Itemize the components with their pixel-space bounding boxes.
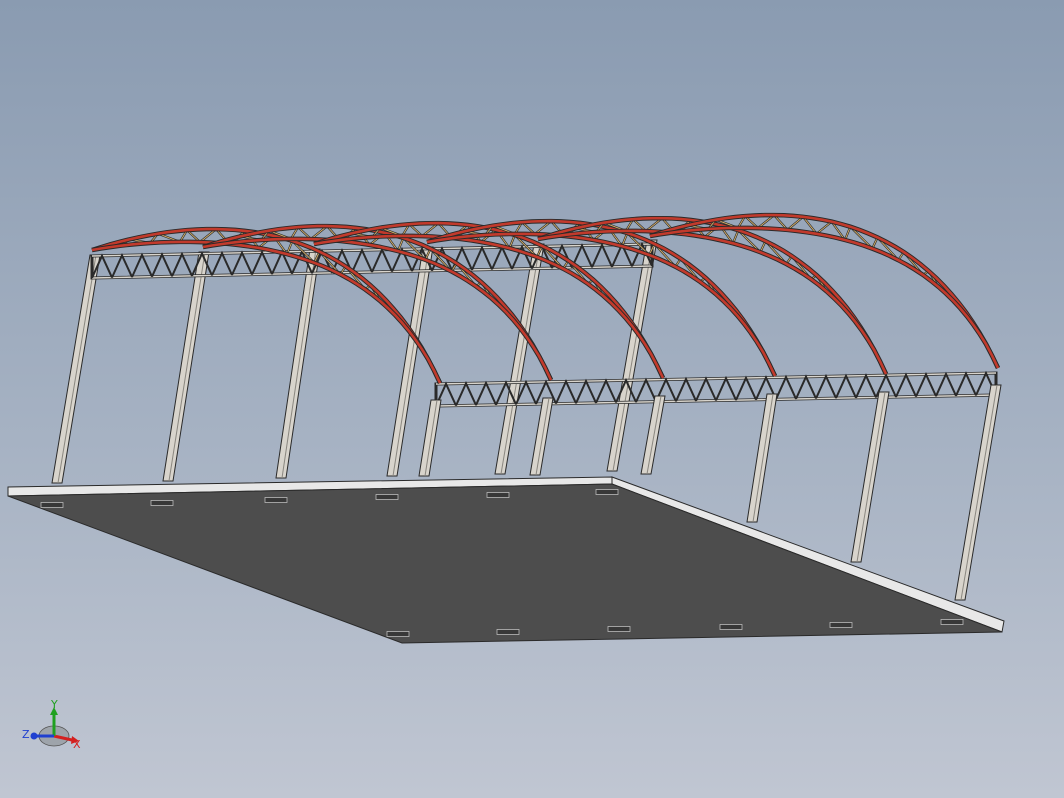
front-beam-web	[835, 373, 857, 399]
back-beam-web	[491, 244, 513, 270]
front-column	[850, 391, 890, 563]
back-beam-web	[371, 247, 393, 273]
front-beam-web	[475, 380, 497, 406]
front-beam-web	[815, 373, 837, 399]
arch-inner-chord-outline	[537, 228, 889, 375]
y-axis-label: Y	[50, 698, 58, 711]
back-column	[51, 254, 101, 484]
arch-inner-chord	[649, 226, 1000, 369]
front-beam-web	[675, 376, 697, 402]
front-beam-web	[455, 380, 477, 407]
front-column-flange	[752, 393, 774, 523]
back-column	[275, 248, 321, 479]
front-beam-web	[915, 371, 937, 398]
arched-trusses	[91, 212, 1001, 384]
front-column	[418, 399, 442, 477]
back-beam-web	[171, 251, 193, 277]
back-beam-web	[251, 249, 273, 276]
anchor-plate	[264, 497, 288, 503]
front-column-flange	[856, 391, 886, 563]
back-beam-web	[351, 247, 373, 273]
back-beam-web	[131, 252, 153, 278]
front-beam-web	[855, 373, 877, 399]
arch-inner-chord	[537, 229, 888, 375]
anchor-plate	[486, 492, 510, 498]
back-beam-web	[471, 245, 493, 271]
anchor-plate	[719, 624, 743, 630]
back-beam-web	[211, 250, 233, 276]
front-beam-web	[555, 378, 577, 405]
arch-inner-chord	[313, 234, 665, 379]
back-beam-web	[591, 242, 613, 268]
x-axis-label: X	[73, 738, 81, 751]
anchor-plate	[829, 622, 853, 628]
front-beam-web	[775, 374, 797, 400]
front-beam-web	[895, 372, 917, 398]
anchor-plate	[40, 502, 64, 508]
anchor-plate	[496, 629, 520, 635]
structure-model[interactable]	[0, 0, 1064, 798]
front-column	[529, 397, 554, 476]
back-beam-web	[111, 252, 133, 279]
front-beam-web	[795, 374, 817, 400]
front-beam-web	[955, 371, 977, 397]
z-axis-arrowhead	[30, 732, 38, 740]
front-column	[640, 395, 666, 475]
anchor-plate	[150, 500, 174, 506]
anchor-plate	[386, 631, 410, 637]
front-beam-web	[695, 376, 717, 402]
back-beam-web	[231, 250, 253, 276]
front-beam-web	[575, 378, 597, 404]
arch-inner-chord-outline	[313, 233, 666, 379]
base-top-face	[7, 483, 1003, 644]
front-beam-web	[935, 371, 957, 397]
front-column	[746, 393, 778, 523]
front-column	[954, 384, 1002, 601]
orientation-triad[interactable]: X Y Z	[14, 692, 94, 762]
back-column-flange	[168, 251, 206, 482]
back-column	[162, 251, 210, 482]
front-beam-web	[635, 377, 657, 403]
front-beam-web	[735, 375, 757, 401]
front-column-flange	[960, 384, 998, 601]
back-column-flange	[281, 248, 317, 479]
anchor-plate	[375, 494, 399, 500]
back-column-flange	[392, 246, 430, 477]
graphics-viewport[interactable]: X Y Z	[0, 0, 1064, 798]
anchor-plate	[595, 489, 619, 495]
back-column-flange	[500, 243, 541, 475]
anchor-plate	[940, 619, 964, 625]
back-beam-web	[151, 252, 173, 278]
front-beam-web	[595, 378, 617, 404]
z-axis-label: Z	[22, 728, 30, 741]
back-column-flange	[612, 239, 654, 472]
anchor-plate	[607, 626, 631, 632]
arch-inner-chord-outline	[649, 225, 1001, 369]
front-beam-web	[715, 375, 737, 401]
back-column-flange	[57, 254, 97, 484]
